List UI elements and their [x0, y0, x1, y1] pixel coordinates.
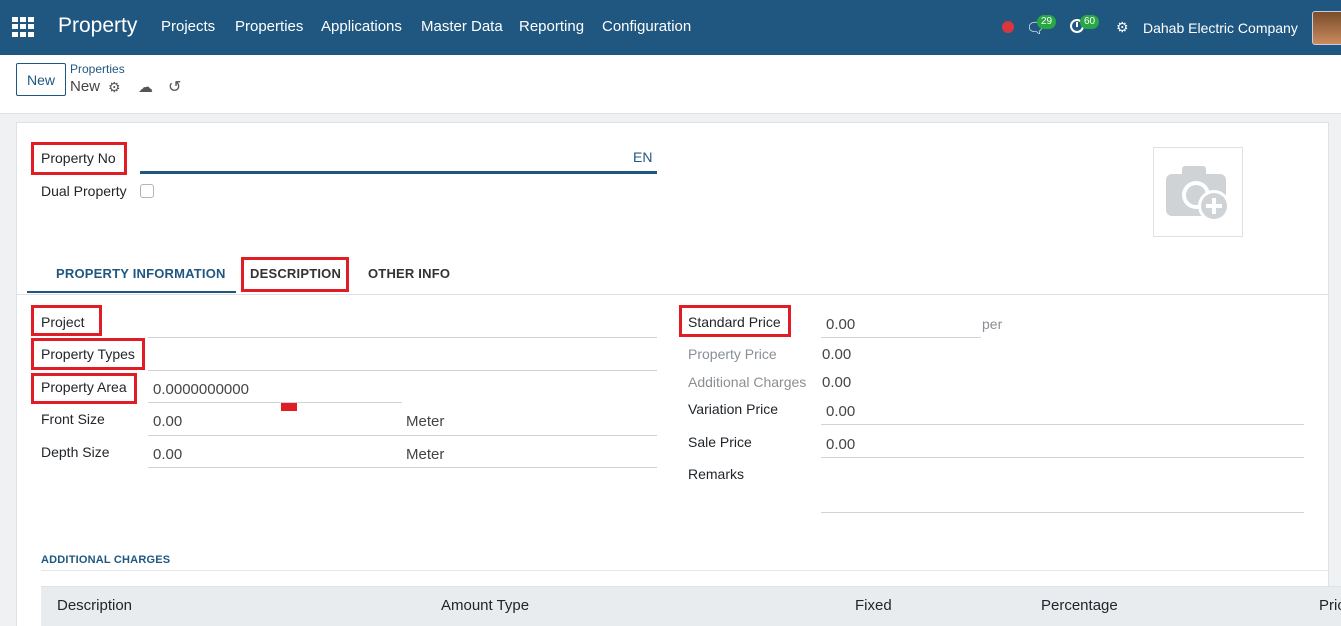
highlight-box — [31, 373, 137, 404]
active-tab-indicator — [27, 291, 236, 293]
property-price-label: Property Price — [688, 346, 777, 362]
menu-applications[interactable]: Applications — [321, 18, 402, 35]
menu-master-data[interactable]: Master Data — [421, 18, 503, 35]
column-percentage[interactable]: Percentage — [1041, 597, 1118, 614]
new-button[interactable]: New — [16, 63, 66, 96]
dual-property-checkbox[interactable] — [140, 184, 154, 198]
image-upload[interactable] — [1153, 147, 1243, 237]
additional-charges-label: Additional Charges — [688, 374, 807, 390]
additional-charges-value: 0.00 — [822, 374, 852, 391]
remarks-field[interactable] — [821, 512, 1304, 513]
camera-add-icon — [1166, 166, 1230, 222]
company-name[interactable]: Dahab Electric Company — [1143, 20, 1298, 36]
front-size-label: Front Size — [41, 411, 105, 427]
breadcrumb-properties[interactable]: Properties — [70, 62, 125, 76]
front-size-input[interactable]: 0.00 — [153, 413, 182, 430]
depth-size-input[interactable]: 0.00 — [153, 446, 182, 463]
variation-price-input[interactable]: 0.00 — [826, 403, 855, 420]
tab-other-info[interactable]: OTHER INFO — [368, 266, 450, 281]
required-marker — [281, 403, 297, 411]
gear-icon[interactable]: ⚙ — [108, 79, 121, 96]
depth-size-label: Depth Size — [41, 444, 110, 460]
standard-price-input[interactable]: 0.00 — [826, 316, 855, 333]
project-field[interactable] — [148, 337, 657, 338]
property-no-input[interactable] — [140, 171, 657, 174]
column-amount-type[interactable]: Amount Type — [441, 597, 529, 614]
messages-count-badge: 29 — [1037, 15, 1057, 29]
depth-size-unit: Meter — [406, 446, 445, 463]
highlight-box — [679, 305, 791, 337]
company-switch-icon[interactable]: ⚙ — [1116, 19, 1129, 36]
additional-charges-section-title: ADDITIONAL CHARGES — [41, 554, 171, 566]
discard-icon[interactable]: ↺ — [168, 77, 181, 97]
column-price[interactable]: Pric — [1319, 597, 1341, 614]
top-navbar: Property Projects Properties Application… — [0, 0, 1341, 55]
standard-price-underline — [821, 337, 981, 338]
menu-reporting[interactable]: Reporting — [519, 18, 584, 35]
section-divider — [41, 570, 1329, 571]
dual-property-label: Dual Property — [41, 183, 127, 199]
menu-configuration[interactable]: Configuration — [602, 18, 691, 35]
sale-price-input[interactable]: 0.00 — [826, 436, 855, 453]
sale-price-underline — [821, 457, 1304, 458]
property-area-underline — [148, 402, 402, 403]
highlight-box — [31, 338, 145, 370]
property-price-value: 0.00 — [822, 346, 852, 363]
charges-table-header — [41, 586, 1341, 626]
highlight-box — [31, 142, 127, 175]
apps-menu-icon[interactable] — [12, 17, 34, 37]
depth-size-underline — [148, 467, 657, 468]
menu-properties[interactable]: Properties — [235, 18, 303, 35]
status-dot-icon[interactable] — [1002, 21, 1014, 33]
user-avatar[interactable] — [1312, 11, 1341, 45]
front-size-underline — [148, 435, 657, 436]
variation-price-label: Variation Price — [688, 401, 779, 417]
tab-divider — [17, 294, 1329, 295]
variation-price-underline — [821, 424, 1304, 425]
menu-projects[interactable]: Projects — [161, 18, 215, 35]
sale-price-label: Sale Price — [688, 434, 752, 450]
save-cloud-icon[interactable]: ☁ — [138, 78, 153, 96]
remarks-label: Remarks — [688, 466, 745, 482]
breadcrumb-current: New — [70, 78, 101, 95]
language-toggle[interactable]: EN — [633, 149, 652, 165]
app-brand[interactable]: Property — [58, 14, 137, 38]
column-description[interactable]: Description — [57, 597, 132, 614]
highlight-box — [241, 257, 349, 292]
activities-count-badge: 60 — [1080, 15, 1100, 29]
highlight-box — [31, 305, 102, 336]
tab-property-information[interactable]: PROPERTY INFORMATION — [56, 266, 226, 281]
property-area-input[interactable]: 0.0000000000 — [153, 381, 249, 398]
standard-price-per: per — [982, 316, 1003, 332]
front-size-unit: Meter — [406, 413, 445, 430]
form-sheet — [16, 122, 1329, 626]
column-fixed[interactable]: Fixed — [855, 597, 892, 614]
property-types-field[interactable] — [148, 370, 657, 371]
control-panel: New Properties New ⚙ ☁ ↺ — [0, 55, 1341, 114]
